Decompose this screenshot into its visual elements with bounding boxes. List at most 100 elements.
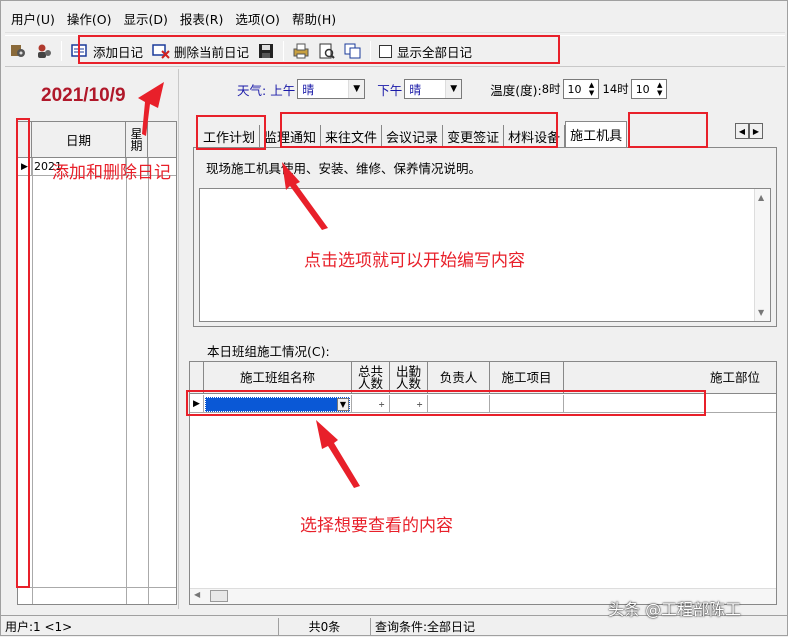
print-icon[interactable] xyxy=(291,42,311,60)
grid-line xyxy=(18,587,176,588)
toolbar-separator xyxy=(370,41,372,61)
annotation-click-tab: 点击选项就可以开始编写内容 xyxy=(304,251,525,271)
chevron-down-icon[interactable]: ▼ xyxy=(348,80,365,98)
vertical-scrollbar[interactable]: ▲ ▼ xyxy=(754,189,770,321)
copy-icon[interactable] xyxy=(343,42,363,60)
tab-work-plan[interactable]: 工作计划 xyxy=(199,125,261,147)
status-count: 共0条 xyxy=(279,617,371,636)
row-pointer-icon: ▶ xyxy=(18,158,32,175)
app-window: 用户(U) 操作(O) 显示(D) 报表(R) 选项(O) 帮助(H) 添加日记… xyxy=(0,0,788,636)
team-name-select[interactable]: ▼ xyxy=(205,396,350,412)
tab-supervision-notice[interactable]: 监理通知 xyxy=(260,125,322,147)
weather-row: 天气: 上午 晴 ▼ 下午 晴 ▼ 温度(度): 8时 10 ▲ ▼ 14时 10… xyxy=(237,79,671,99)
tab-meeting-records[interactable]: 会议记录 xyxy=(382,125,444,147)
tab-change-visa[interactable]: 变更签证 xyxy=(443,125,505,147)
col-team-name: 施工班组名称 xyxy=(204,362,352,393)
menu-options[interactable]: 选项(O) xyxy=(229,9,286,28)
row-indicator-header xyxy=(18,122,32,157)
team-grid-row[interactable]: ▶ ▼ ÷ ÷ xyxy=(190,395,776,413)
content-tabs: 工作计划 监理通知 来往文件 会议记录 变更签证 材料设备 施工机具 xyxy=(199,121,628,147)
tab-panel: 现场施工机具使用、安装、维修、保养情况说明。 ▲ ▼ xyxy=(193,147,777,327)
delete-diary-button[interactable]: 删除当前日记 xyxy=(147,40,253,62)
diary-list-header: 日期 星期 xyxy=(18,122,176,158)
delete-diary-icon xyxy=(151,42,171,60)
print-preview-icon[interactable] xyxy=(317,42,337,60)
checkbox-box[interactable] xyxy=(379,44,393,58)
row-indicator-header xyxy=(190,362,204,393)
status-user: 用户:1 <1> xyxy=(1,617,279,636)
add-diary-button[interactable]: 添加日记 xyxy=(66,40,147,62)
toolbar: 添加日记 删除当前日记 显示全部日记 xyxy=(5,35,785,67)
tab-materials[interactable]: 材料设备 xyxy=(504,125,566,147)
menu-user[interactable]: 用户(U) xyxy=(5,9,61,28)
show-all-diary-checkbox[interactable]: 显示全部日记 xyxy=(375,40,476,62)
scroll-thumb[interactable] xyxy=(210,590,228,602)
pm-weather-select[interactable]: 晴 ▼ xyxy=(404,79,463,99)
tab-scroll-arrows: ◀ ▶ xyxy=(735,123,763,139)
add-diary-icon xyxy=(70,42,90,60)
temp-14-value: 10 xyxy=(635,82,650,96)
tab-construction-machinery[interactable]: 施工机具 xyxy=(565,121,628,147)
diary-list-grid[interactable]: 日期 星期 ▶ 2021 xyxy=(17,121,177,605)
menu-display[interactable]: 显示(D) xyxy=(118,9,174,28)
col-person-in-charge: 负责人 xyxy=(428,362,490,393)
temp-8-label: 8时 xyxy=(541,82,561,96)
diary-list-panel: 2021/10/9 日期 星期 ▶ 2021 xyxy=(7,69,179,609)
col-construction-area: 施工部位 xyxy=(709,369,760,385)
scroll-down-icon[interactable]: ▼ xyxy=(758,308,764,317)
user-settings-icon[interactable] xyxy=(8,42,28,60)
toolbar-separator xyxy=(61,41,62,61)
toolbar-separator xyxy=(283,41,285,61)
delete-diary-label: 删除当前日记 xyxy=(174,44,250,60)
am-label: 上午 xyxy=(270,82,296,98)
chevron-down-icon[interactable]: ▼ xyxy=(445,80,462,98)
team-section-label: 本日班组施工情况(C): xyxy=(207,344,330,359)
scroll-left-icon[interactable]: ◀ xyxy=(194,590,200,599)
pm-weather-value: 晴 xyxy=(409,82,422,97)
temperature-label: 温度(度): xyxy=(490,82,542,98)
menu-operation[interactable]: 操作(O) xyxy=(61,9,118,28)
tab-scroll-right-icon[interactable]: ▶ xyxy=(749,123,763,139)
am-weather-select[interactable]: 晴 ▼ xyxy=(297,79,366,99)
tab-description: 现场施工机具使用、安装、维修、保养情况说明。 xyxy=(206,161,482,176)
col-date-header: 日期 xyxy=(32,122,126,157)
item-cell[interactable] xyxy=(490,395,564,413)
user-switch-icon[interactable] xyxy=(34,42,54,60)
team-grid[interactable]: 施工班组名称 总共人数 出勤人数 负责人 施工项目 施工部位 ▶ ▼ ÷ ÷ ◀ xyxy=(189,361,777,605)
col-construction-item: 施工项目 xyxy=(490,362,564,393)
temp-14-stepper[interactable]: 10 ▲ ▼ xyxy=(630,79,667,99)
col-attendance: 出勤人数 xyxy=(390,362,428,393)
add-diary-label: 添加日记 xyxy=(93,44,144,60)
watermark: 头条 @工程部陈工 xyxy=(608,600,742,619)
temp-8-value: 10 xyxy=(567,82,582,96)
temp-8-stepper[interactable]: 10 ▲ ▼ xyxy=(562,79,599,99)
grid-line xyxy=(32,158,33,604)
pm-label: 下午 xyxy=(377,82,403,98)
stepper-arrows-icon[interactable]: ▲ ▼ xyxy=(586,80,598,98)
stepper-arrows-icon[interactable]: ▲ ▼ xyxy=(654,80,666,98)
am-weather-value: 晴 xyxy=(302,82,315,97)
menu-report[interactable]: 报表(R) xyxy=(174,9,229,28)
tab-scroll-left-icon[interactable]: ◀ xyxy=(735,123,749,139)
total-people-stepper[interactable]: ÷ xyxy=(352,395,390,413)
current-date: 2021/10/9 xyxy=(41,85,126,106)
menu-help[interactable]: 帮助(H) xyxy=(286,9,342,28)
person-cell[interactable] xyxy=(428,395,490,413)
chevron-down-icon[interactable]: ▼ xyxy=(337,397,349,411)
save-icon[interactable] xyxy=(256,42,276,60)
grid-line xyxy=(126,158,127,604)
attendance-stepper[interactable]: ÷ xyxy=(390,395,428,413)
area-cell[interactable] xyxy=(564,395,776,413)
scroll-up-icon[interactable]: ▲ xyxy=(758,193,764,202)
weather-label: 天气: xyxy=(237,82,267,98)
col-extra-header xyxy=(148,122,176,157)
team-grid-header: 施工班组名称 总共人数 出勤人数 负责人 施工项目 施工部位 xyxy=(190,362,776,394)
tab-correspondence[interactable]: 来往文件 xyxy=(321,125,383,147)
col-week-label: 星期 xyxy=(130,126,143,153)
temp-14-label: 14时 xyxy=(602,82,629,96)
menu-bar: 用户(U) 操作(O) 显示(D) 报表(R) 选项(O) 帮助(H) xyxy=(5,5,785,33)
team-name-cell[interactable]: ▼ xyxy=(204,395,352,413)
annotation-select-view: 选择想要查看的内容 xyxy=(300,516,453,536)
col-week-header: 星期 xyxy=(126,122,148,157)
row-pointer-icon: ▶ xyxy=(190,395,204,413)
